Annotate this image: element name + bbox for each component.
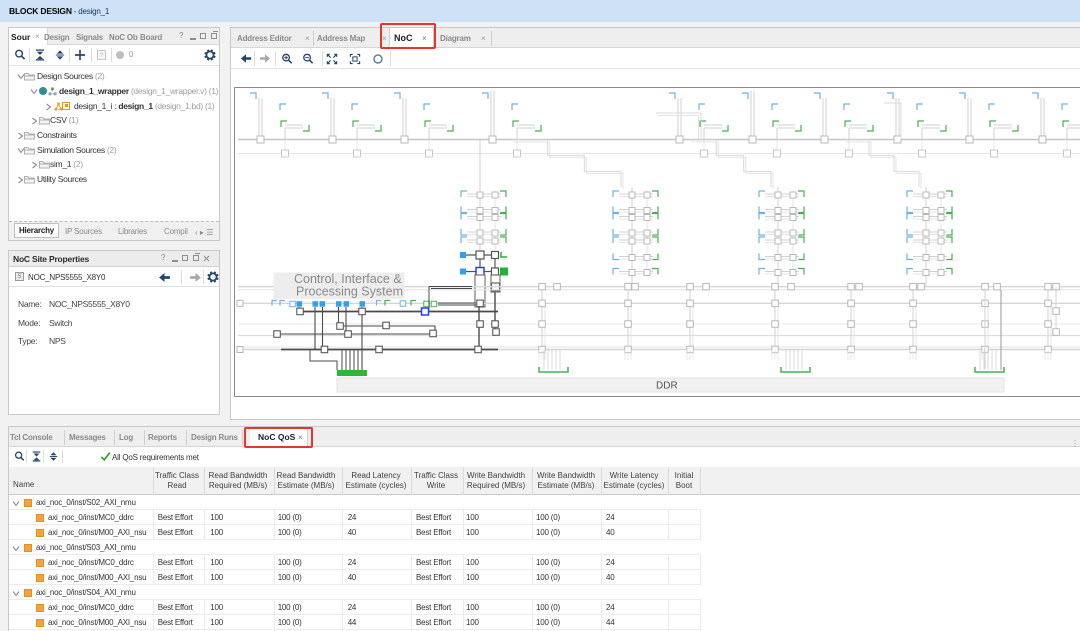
svg-text:Processing System: Processing System xyxy=(296,285,403,299)
svg-text:DDR: DDR xyxy=(656,381,678,392)
